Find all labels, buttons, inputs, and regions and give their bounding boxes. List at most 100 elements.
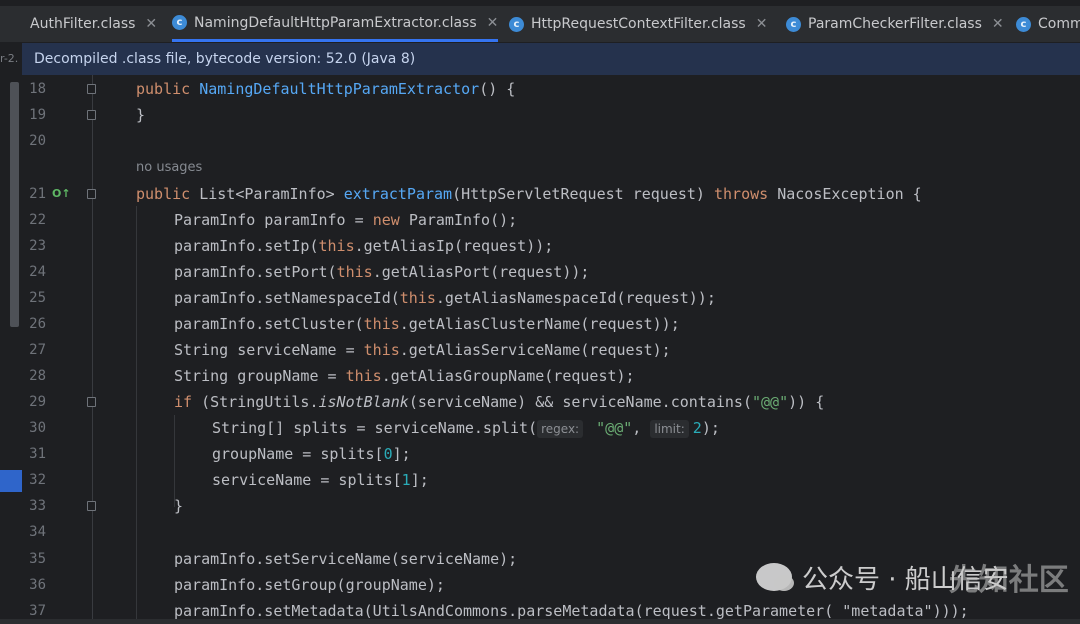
line-number: 35 [29,551,46,567]
tab-label: Comm [1038,16,1080,32]
code-text: ParamInfo paramInfo = [174,211,373,229]
parameter-hint: limit: [650,420,689,438]
tab-httprequestcontextfilter[interactable]: c HttpRequestContextFilter.class ✕ [509,6,767,42]
method-name: extractParam [343,185,453,203]
line-number: 36 [29,577,46,593]
number-literal: 2 [692,419,702,437]
keyword: this [318,237,355,255]
code-text: , [632,419,642,437]
project-panel-scrollbar[interactable] [10,82,19,327]
code-line-29: if (StringUtils.isNotBlank(serviceName) … [174,389,824,415]
code-text: paramInfo.setPort( [174,263,337,281]
code-text: .getAliasServiceName(request); [399,341,671,359]
line-number: 18 [29,81,46,97]
code-text: List<ParamInfo> [199,185,344,203]
code-text: (serviceName) && serviceName.contains( [408,393,752,411]
fold-marker-icon[interactable] [87,110,96,120]
code-text: String groupName = [174,367,346,385]
project-panel-stub-text: r-2. [0,52,19,65]
code-text: .getAliasClusterName(request)); [399,315,680,333]
tab-comm[interactable]: c Comm [1016,6,1080,42]
close-icon[interactable]: ✕ [487,15,499,31]
fold-marker-icon[interactable] [87,501,96,511]
keyword: if [174,393,202,411]
keyword: this [363,315,400,333]
code-line-27: String serviceName = this.getAliasServic… [174,337,671,363]
keyword: new [372,211,409,229]
tab-label: ParamCheckerFilter.class [808,16,982,32]
keyword: this [363,341,400,359]
watermark: 公众号 · 船山信安 先知社区 [756,555,1069,599]
tab-label: NamingDefaultHttpParamExtractor.class [194,14,477,31]
code-text: groupName = splits[ [212,445,384,463]
gutter-separator [92,75,93,619]
indent-guide [136,206,137,619]
code-text: ]; [392,445,411,463]
code-line-36: paramInfo.setGroup(groupName); [174,576,445,594]
project-panel-selection [0,470,22,492]
tab-namingdefaulthttpparamextractor[interactable]: c NamingDefaultHttpParamExtractor.class … [172,6,499,42]
code-line-35: paramInfo.setServiceName(serviceName); [174,550,518,568]
code-text: serviceName = splits[ [212,471,402,489]
fold-marker-icon[interactable] [87,397,96,407]
code-line-19: } [136,106,146,124]
line-number: 27 [29,342,46,358]
code-text: (StringUtils. [201,393,319,411]
line-number: 34 [29,524,46,540]
tab-authfilter[interactable]: AuthFilter.class ✕ [30,6,157,42]
code-text: String serviceName = [174,341,364,359]
line-number: 31 [29,446,46,462]
fold-marker-icon[interactable] [87,84,96,94]
close-icon[interactable]: ✕ [145,16,157,32]
line-number: 26 [29,316,46,332]
method-name: NamingDefaultHttpParamExtractor [199,80,480,98]
number-literal: 1 [401,471,411,489]
parameter-hint: regex: [537,420,584,438]
usages-inlay-hint[interactable]: no usages [136,155,202,181]
code-line-32: serviceName = splits[1]; [212,467,429,493]
code-text: .getAliasGroupName(request); [381,367,635,385]
code-line-33: } [174,497,184,515]
code-line-21: public List<ParamInfo> extractParam(Http… [136,181,922,207]
keyword: this [345,367,382,385]
tab-paramcheckerfilter[interactable]: c ParamCheckerFilter.class ✕ [786,6,1004,42]
code-text: ParamInfo(); [408,211,518,229]
string-literal: "@@" [751,393,789,411]
close-icon[interactable]: ✕ [756,16,768,32]
override-gutter-icon[interactable]: O↑ [52,181,71,207]
code-text: String[] splits = serviceName.split( [212,419,538,437]
code-line-18: public NamingDefaultHttpParamExtractor()… [136,76,515,102]
code-text: ); [701,419,720,437]
code-line-23: paramInfo.setIp(this.getAliasIp(request)… [174,233,553,259]
class-icon: c [172,15,187,30]
tab-label: HttpRequestContextFilter.class [531,16,746,32]
project-panel-edge: r-2. [0,42,22,619]
line-number: 21 [29,186,46,202]
keyword: public [136,185,200,203]
code-text: NacosException { [777,185,922,203]
code-text: )) { [788,393,825,411]
code-text: paramInfo.setIp( [174,237,319,255]
line-number: 22 [29,212,46,228]
line-number: 32 [29,472,46,488]
code-line-24: paramInfo.setPort(this.getAliasPort(requ… [174,259,589,285]
line-number: 20 [29,133,46,149]
keyword: this [399,289,436,307]
code-editor[interactable]: 18 19 20 21 22 23 24 25 26 27 28 29 30 3… [22,75,1080,620]
code-line-25: paramInfo.setNamespaceId(this.getAliasNa… [174,285,716,311]
class-icon: c [1016,16,1031,32]
code-text: .getAliasNamespaceId(request)); [435,289,716,307]
code-text: .getAliasPort(request)); [372,263,590,281]
static-method-name: isNotBlank [318,393,409,411]
code-line-37: paramInfo.setMetadata(UtilsAndCommons.pa… [174,602,969,620]
keyword: public [136,80,200,98]
fold-marker-icon[interactable] [87,189,96,199]
tab-label: AuthFilter.class [30,16,136,32]
code-text: paramInfo.setCluster( [174,315,364,333]
close-icon[interactable]: ✕ [992,16,1004,32]
editor-tab-bar: AuthFilter.class ✕ c NamingDefaultHttpPa… [0,6,1080,43]
code-text: paramInfo.setNamespaceId( [174,289,400,307]
code-line-28: String groupName = this.getAliasGroupNam… [174,363,635,389]
keyword: throws [714,185,778,203]
code-text: (HttpServletRequest request) [452,185,714,203]
